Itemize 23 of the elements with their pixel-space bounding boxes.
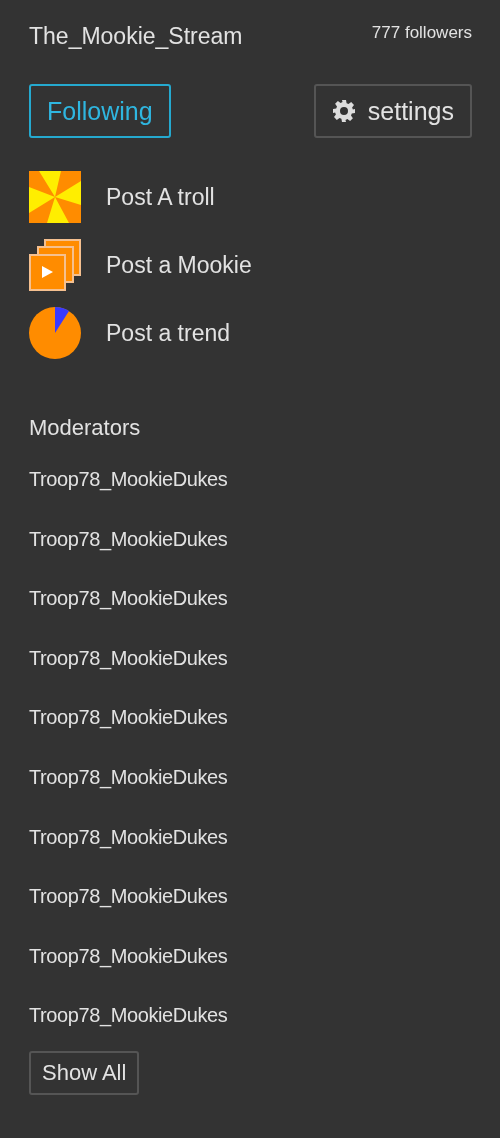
pinwheel-icon [29, 171, 81, 223]
settings-button[interactable]: settings [313, 84, 472, 138]
moderator-link[interactable]: Troop78_MookieDukes [29, 824, 228, 849]
stacked-pages-icon [29, 239, 81, 291]
moderator-link[interactable]: Troop78_MookieDukes [29, 764, 228, 789]
moderator-link[interactable]: Troop78_MookieDukes [29, 943, 228, 968]
moderator-link[interactable]: Troop78_MookieDukes [29, 467, 228, 491]
settings-icon [331, 99, 356, 123]
action-link[interactable]: Post a trend [106, 319, 231, 347]
moderator-link[interactable]: Troop78_MookieDukes [29, 705, 228, 730]
following-button[interactable]: Following [29, 84, 171, 138]
show-all-button[interactable]: Show All [29, 1051, 140, 1096]
action-link[interactable]: Post A troll [106, 183, 215, 211]
stream-name: The_Mookie_Stream [29, 22, 243, 50]
moderator-link[interactable]: Troop78_MookieDukes [29, 586, 228, 611]
moderator-link[interactable]: Troop78_MookieDukes [29, 526, 228, 551]
moderator-link[interactable]: Troop78_MookieDukes [29, 645, 228, 670]
section-heading: Moderators [29, 415, 142, 441]
pie-icon [29, 307, 81, 359]
follower-count: 777 followers [371, 23, 472, 43]
moderator-link[interactable]: Troop78_MookieDukes [29, 884, 228, 909]
moderator-link[interactable]: Troop78_MookieDukes [29, 1003, 228, 1028]
action-link[interactable]: Post a Mookie [106, 251, 252, 279]
